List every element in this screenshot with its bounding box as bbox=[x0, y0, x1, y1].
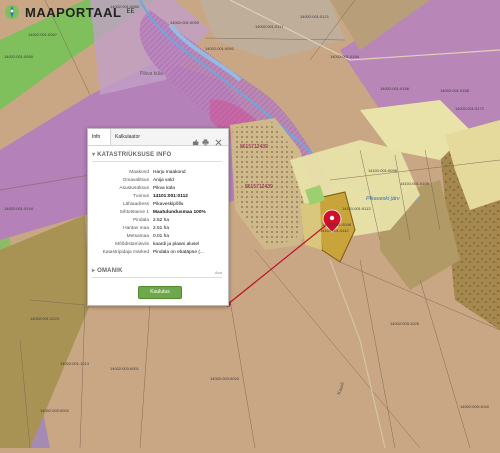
row-label: Pindala bbox=[132, 218, 149, 223]
parcel-info-heading[interactable]: ▾ KATASTRIÜKSUSE INFO bbox=[92, 151, 171, 160]
info-row-id: Tunnus 14101:001:0112 bbox=[90, 193, 224, 201]
place-name: Pikaveski järv bbox=[366, 196, 401, 202]
row-value: Maatulundusmaa 100% bbox=[153, 210, 206, 215]
row-value: Pindala on ebatäpne (... bbox=[153, 250, 204, 255]
parcel-label: 14002:003:0001 bbox=[110, 366, 140, 371]
row-label: Tunnus bbox=[133, 194, 149, 199]
parcel-label: 14002:001:1013 bbox=[60, 361, 90, 366]
parcel-label: 14101:001:0112 bbox=[320, 228, 349, 233]
parcel-label: 14002:003:0020 bbox=[210, 376, 240, 381]
app-logo[interactable]: MAAPORTAAL EE bbox=[4, 3, 135, 21]
divider bbox=[92, 277, 222, 278]
info-row-purpose: Sihtotstarve 1 Maatulundusmaa 100% bbox=[90, 209, 224, 217]
point-label: 8615712439 bbox=[240, 144, 268, 150]
tab-info[interactable]: Info bbox=[88, 129, 111, 145]
row-value: kaardi ja plaani alusel bbox=[153, 242, 200, 247]
row-label: Lähiaadress bbox=[122, 202, 149, 207]
parcel-label: 14101:001:0109 bbox=[400, 181, 430, 186]
parcel-label: 14002:001:0158 bbox=[440, 88, 470, 93]
parcel-label: 14002:003:1026 bbox=[390, 321, 420, 326]
parcel-label: 14002:001:0065 bbox=[4, 54, 34, 59]
info-row-settlement: Asustusüksus Pikva küla bbox=[90, 185, 224, 193]
advertisement-button[interactable]: Kuulutus bbox=[138, 286, 182, 299]
info-row-county: Maakond Harju maakond bbox=[90, 169, 224, 177]
row-value: 2.52 ha bbox=[153, 218, 170, 223]
print-icon[interactable] bbox=[202, 133, 209, 146]
row-value: 14101:001:0112 bbox=[153, 194, 188, 199]
parcel-info-popup: Info Kalkulaator ▾ KATASTRIÜKSUSE INFO M… bbox=[87, 128, 229, 306]
parcel-label: 14101:001:0096 bbox=[368, 168, 398, 173]
row-label: Omavalitsus bbox=[122, 178, 149, 183]
parcel-label: 14002:001:0067 bbox=[28, 32, 58, 37]
row-label: Mõõdistamisviis bbox=[115, 242, 149, 247]
like-icon[interactable] bbox=[192, 133, 199, 146]
parcel-label: 14101:001:0113 bbox=[342, 206, 371, 211]
info-row-address: Lähiaadress Pikaveskipõllu bbox=[90, 201, 224, 209]
parcel-label: 14002:003:0002 bbox=[40, 408, 70, 413]
parcel-label: 14002:001:0121 bbox=[300, 14, 330, 19]
row-value: Pikva küla bbox=[153, 186, 175, 191]
close-icon[interactable] bbox=[215, 133, 222, 146]
parcel-label: 14002:001:0090 bbox=[170, 20, 200, 25]
parcel-label: 14002:001:0117 bbox=[255, 24, 284, 29]
parcel-label: 14002:001:0172 bbox=[455, 106, 485, 111]
row-value: Harju maakond bbox=[153, 170, 186, 175]
parcel-label: 14002:001:0194 bbox=[4, 206, 34, 211]
parcel-label: 14002:001:0156 bbox=[380, 86, 410, 91]
row-value: Pikaveskipõllu bbox=[153, 202, 184, 207]
parcel-label: 14002:001:0223 bbox=[30, 316, 60, 321]
row-label: Haritav maa bbox=[123, 226, 149, 231]
map-canvas[interactable]: 14101:001:0098 14101:001:0113 14101:001:… bbox=[0, 0, 500, 449]
open-link[interactable]: Ava bbox=[215, 270, 222, 275]
info-row-notes: Katastripidaja märked Pindala on ebatäpn… bbox=[90, 249, 224, 263]
section-title: KATASTRIÜKSUSE INFO bbox=[97, 152, 172, 158]
parcel-label: 14002:001:0154 bbox=[330, 54, 360, 59]
divider bbox=[92, 161, 222, 162]
tab-calculator[interactable]: Kalkulaator bbox=[111, 129, 144, 145]
section-title: OMANIK bbox=[97, 268, 123, 274]
row-label: Asustusüksus bbox=[119, 186, 149, 191]
app-title: MAAPORTAAL bbox=[25, 4, 122, 20]
parcel-label: 14002:001:0091 bbox=[205, 46, 235, 51]
row-value: 2.51 ha bbox=[153, 226, 170, 231]
place-name: Pikva küla bbox=[140, 71, 163, 77]
parcel-label: 14101:001:0098 bbox=[322, 222, 352, 227]
info-row-arable: Haritav maa 2.51 ha bbox=[90, 225, 224, 233]
row-value: 0.01 ha bbox=[153, 234, 170, 239]
maaportaal-logo-icon bbox=[4, 4, 20, 20]
info-row-survey: Mõõdistamisviis kaardi ja plaani alusel bbox=[90, 241, 224, 249]
app-title-sup: EE bbox=[126, 9, 135, 15]
row-label: Metsamaa bbox=[126, 234, 149, 239]
row-label: Maakond bbox=[129, 170, 149, 175]
parcel-label: 14002:003:1040 bbox=[460, 404, 490, 409]
point-label: 8615712439 bbox=[245, 184, 273, 190]
popup-tabs: Info Kalkulaator bbox=[88, 129, 228, 146]
row-label: Katastripidaja märked bbox=[102, 250, 149, 255]
info-row-area: Pindala 2.52 ha bbox=[90, 217, 224, 225]
owner-heading[interactable]: ▸ OMANIK bbox=[92, 267, 123, 276]
info-row-forest: Metsamaa 0.01 ha bbox=[90, 233, 224, 241]
row-label: Sihtotstarve 1 bbox=[119, 210, 149, 215]
row-value: Anija vald bbox=[153, 178, 174, 183]
info-row-municipality: Omavalitsus Anija vald bbox=[90, 177, 224, 185]
